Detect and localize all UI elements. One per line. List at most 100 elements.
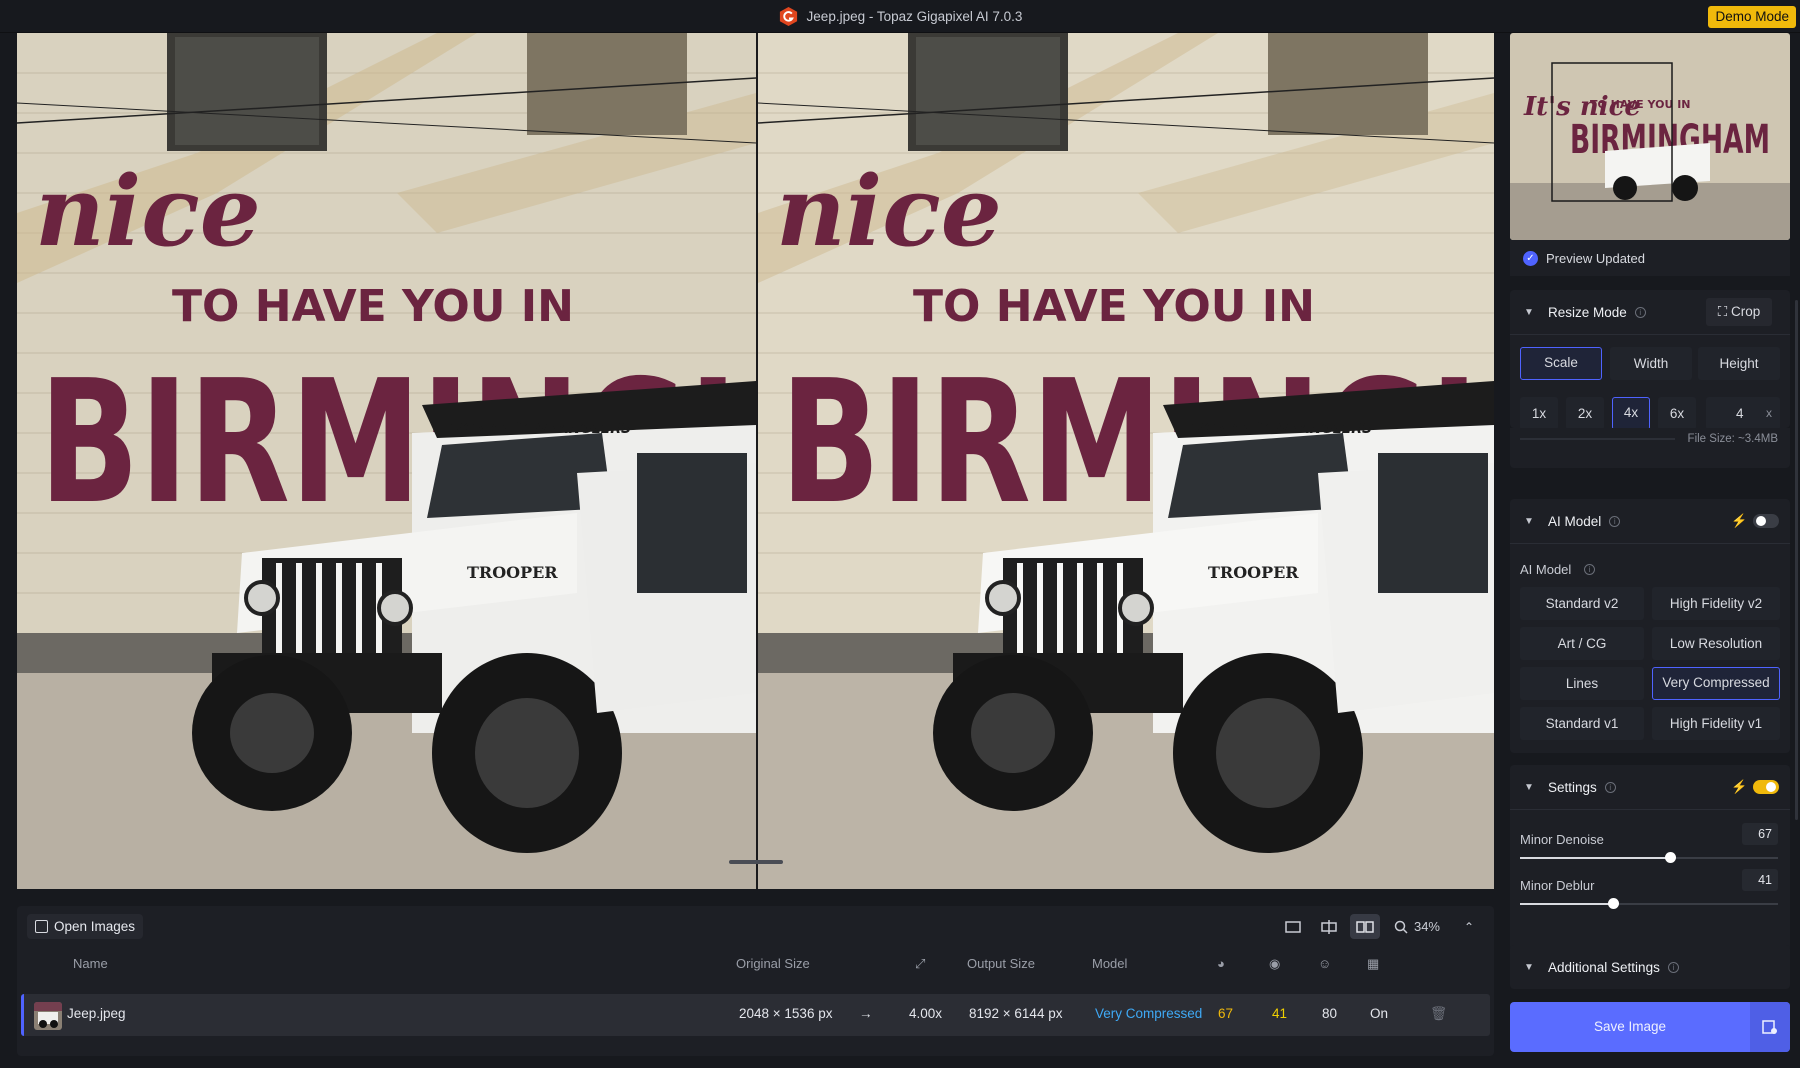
- zoom-level: 34%: [1413, 919, 1440, 934]
- info-icon[interactable]: i: [1604, 781, 1616, 793]
- side-by-side-view-button[interactable]: [1349, 914, 1380, 939]
- save-image-button[interactable]: Save Image: [1510, 1002, 1790, 1052]
- save-image-label: Save Image: [1593, 1019, 1667, 1034]
- denoise-slider-knob[interactable]: [1664, 852, 1676, 863]
- sidebar-scrollbar[interactable]: [1795, 300, 1798, 820]
- face-icon: ☺: [1318, 956, 1332, 971]
- windshield-text: IRON CITY WRANGLERS: [447, 421, 631, 437]
- model-very-compressed[interactable]: Very Compressed: [1652, 667, 1780, 700]
- info-icon[interactable]: i: [1584, 564, 1595, 575]
- scale-1x-button[interactable]: 1x: [1520, 397, 1558, 430]
- file-name: Jeep.jpeg: [67, 1006, 126, 1021]
- split-view-button[interactable]: [1314, 914, 1344, 939]
- additional-settings-panel: ▼ Additional Settings i: [1510, 945, 1790, 989]
- scale-6x-button[interactable]: 6x: [1658, 397, 1696, 430]
- ai-model-title: AI Model: [1548, 513, 1602, 529]
- scale-2x-button[interactable]: 2x: [1566, 397, 1604, 430]
- collapse-queue-button[interactable]: ⌃: [1454, 914, 1484, 939]
- resize-mode-panel: ▼ Resize Mode i ⛶ Crop Scale Width Heigh…: [1510, 290, 1790, 430]
- mural-script-text: nice: [35, 155, 261, 268]
- denoise-label: Minor Denoise: [1520, 832, 1604, 847]
- width-mode-button[interactable]: Width: [1610, 347, 1692, 380]
- model-value[interactable]: Very Compressed: [1095, 1006, 1202, 1021]
- settings-header[interactable]: ▼ Settings i: [1510, 765, 1790, 809]
- ai-model-auto-toggle[interactable]: [1753, 514, 1779, 528]
- model-high-fidelity-v1[interactable]: High Fidelity v1: [1652, 707, 1780, 740]
- open-images-button[interactable]: Open Images: [27, 914, 144, 939]
- export-settings-icon: [1762, 1020, 1777, 1034]
- upscaled-image: nice TO HAVE YOU IN BIRMINGH IRON CITY W…: [758, 33, 1494, 889]
- denoise-column-icon: ◕: [1217, 956, 1225, 971]
- settings-title: Settings: [1548, 779, 1597, 795]
- height-mode-button[interactable]: Height: [1698, 347, 1780, 380]
- crop-button[interactable]: ⛶ Crop: [1706, 298, 1772, 326]
- denoise-slider[interactable]: [1520, 852, 1778, 863]
- lightning-icon: ⚡: [1731, 513, 1748, 528]
- queue-header: Name Original Size ⤢ Output Size Model ◕…: [17, 956, 1494, 976]
- chevron-down-icon: ▼: [1524, 306, 1534, 318]
- model-art-cg[interactable]: Art / CG: [1520, 627, 1644, 660]
- original-preview-pane[interactable]: nice TO HAVE YOU IN BIRMINGH IRON CITY W…: [17, 33, 756, 889]
- ai-model-header[interactable]: ▼ AI Model i: [1510, 499, 1790, 543]
- model-high-fidelity-v2[interactable]: High Fidelity v2: [1652, 587, 1780, 620]
- queue-row[interactable]: Jeep.jpeg 2048 × 1536 px → 4.00x 8192 × …: [21, 994, 1490, 1036]
- original-size-value: 2048 × 1536 px: [739, 1006, 833, 1021]
- expand-arrows-icon: ⤢: [915, 956, 926, 971]
- deblur-slider-knob[interactable]: [1607, 898, 1619, 909]
- deblur-label: Minor Deblur: [1520, 878, 1595, 893]
- settings-panel: ▼ Settings i ⚡ Minor Denoise 67 Minor De…: [1510, 765, 1790, 963]
- chevron-down-icon: ▼: [1524, 781, 1534, 793]
- output-size-value: 8192 × 6144 px: [969, 1006, 1063, 1021]
- header-name: Name: [73, 956, 108, 971]
- chevron-down-icon: ▼: [1524, 961, 1534, 973]
- model-lines[interactable]: Lines: [1520, 667, 1644, 700]
- model-standard-v2[interactable]: Standard v2: [1520, 587, 1644, 620]
- preview-status-text: Preview Updated: [1546, 250, 1645, 266]
- info-icon[interactable]: i: [1609, 515, 1621, 527]
- file-size-text: File Size: ~3.4MB: [1687, 433, 1778, 445]
- open-images-label: Open Images: [54, 919, 136, 934]
- preview-status: ✓ Preview Updated: [1510, 240, 1790, 276]
- additional-settings-header[interactable]: ▼ Additional Settings i: [1510, 945, 1790, 989]
- custom-scale-input[interactable]: 4 x: [1706, 397, 1780, 430]
- navigator-thumbnail[interactable]: It's nice TO HAVE YOU IN BIRMINGHAM: [1510, 33, 1790, 240]
- info-icon[interactable]: i: [1667, 961, 1679, 973]
- deblur-slider[interactable]: [1520, 898, 1778, 909]
- header-output-size: Output Size: [967, 956, 1035, 971]
- arrow-right-icon: →: [859, 1006, 873, 1021]
- crop-icon: ⛶: [1717, 304, 1728, 319]
- single-view-icon: [1285, 920, 1301, 933]
- scale-mode-button[interactable]: Scale: [1520, 347, 1602, 380]
- header-model: Model: [1092, 956, 1128, 971]
- denoise-value: 67: [1218, 1006, 1234, 1021]
- denoise-number-input[interactable]: 67: [1742, 823, 1778, 845]
- image-viewer[interactable]: nice TO HAVE YOU IN BIRMINGH IRON CITY W…: [17, 33, 1494, 889]
- resize-footer: File Size: ~3.4MB: [1510, 428, 1790, 468]
- zoom-control[interactable]: 34%: [1386, 919, 1448, 934]
- check-circle-icon: ✓: [1523, 250, 1538, 266]
- info-icon[interactable]: i: [1634, 306, 1646, 318]
- scale-4x-button[interactable]: 4x: [1612, 397, 1650, 430]
- upscaled-preview-pane[interactable]: nice TO HAVE YOU IN BIRMINGH IRON CITY W…: [758, 33, 1494, 889]
- hood-decal-text: TROOPER: [467, 563, 558, 582]
- scale-value: 4.00x: [909, 1006, 943, 1021]
- image-icon: [35, 920, 48, 933]
- single-view-button[interactable]: [1278, 914, 1308, 939]
- export-settings-button[interactable]: [1750, 1002, 1790, 1052]
- face-value: 80: [1322, 1006, 1338, 1021]
- model-low-resolution[interactable]: Low Resolution: [1652, 627, 1780, 660]
- resize-mode-title: Resize Mode: [1548, 304, 1627, 320]
- demo-mode-badge[interactable]: Demo Mode: [1708, 6, 1796, 28]
- side-by-side-icon: [1356, 920, 1374, 933]
- deblur-number-input[interactable]: 41: [1742, 869, 1778, 891]
- trash-icon[interactable]: 🗑: [1430, 1006, 1447, 1022]
- lightning-icon: ⚡: [1731, 779, 1748, 794]
- window-title: Jeep.jpeg - Topaz Gigapixel AI 7.0.3: [806, 9, 1023, 24]
- windshield-text-upscaled: IRON CITY WRANGLERS: [1188, 421, 1372, 437]
- settings-auto-toggle[interactable]: [1753, 780, 1779, 794]
- chevron-down-icon: ▼: [1524, 515, 1534, 527]
- deblur-value: 41: [1272, 1006, 1288, 1021]
- model-standard-v1[interactable]: Standard v1: [1520, 707, 1644, 740]
- topaz-logo-icon: [779, 6, 797, 27]
- panel-resize-handle[interactable]: [729, 860, 783, 864]
